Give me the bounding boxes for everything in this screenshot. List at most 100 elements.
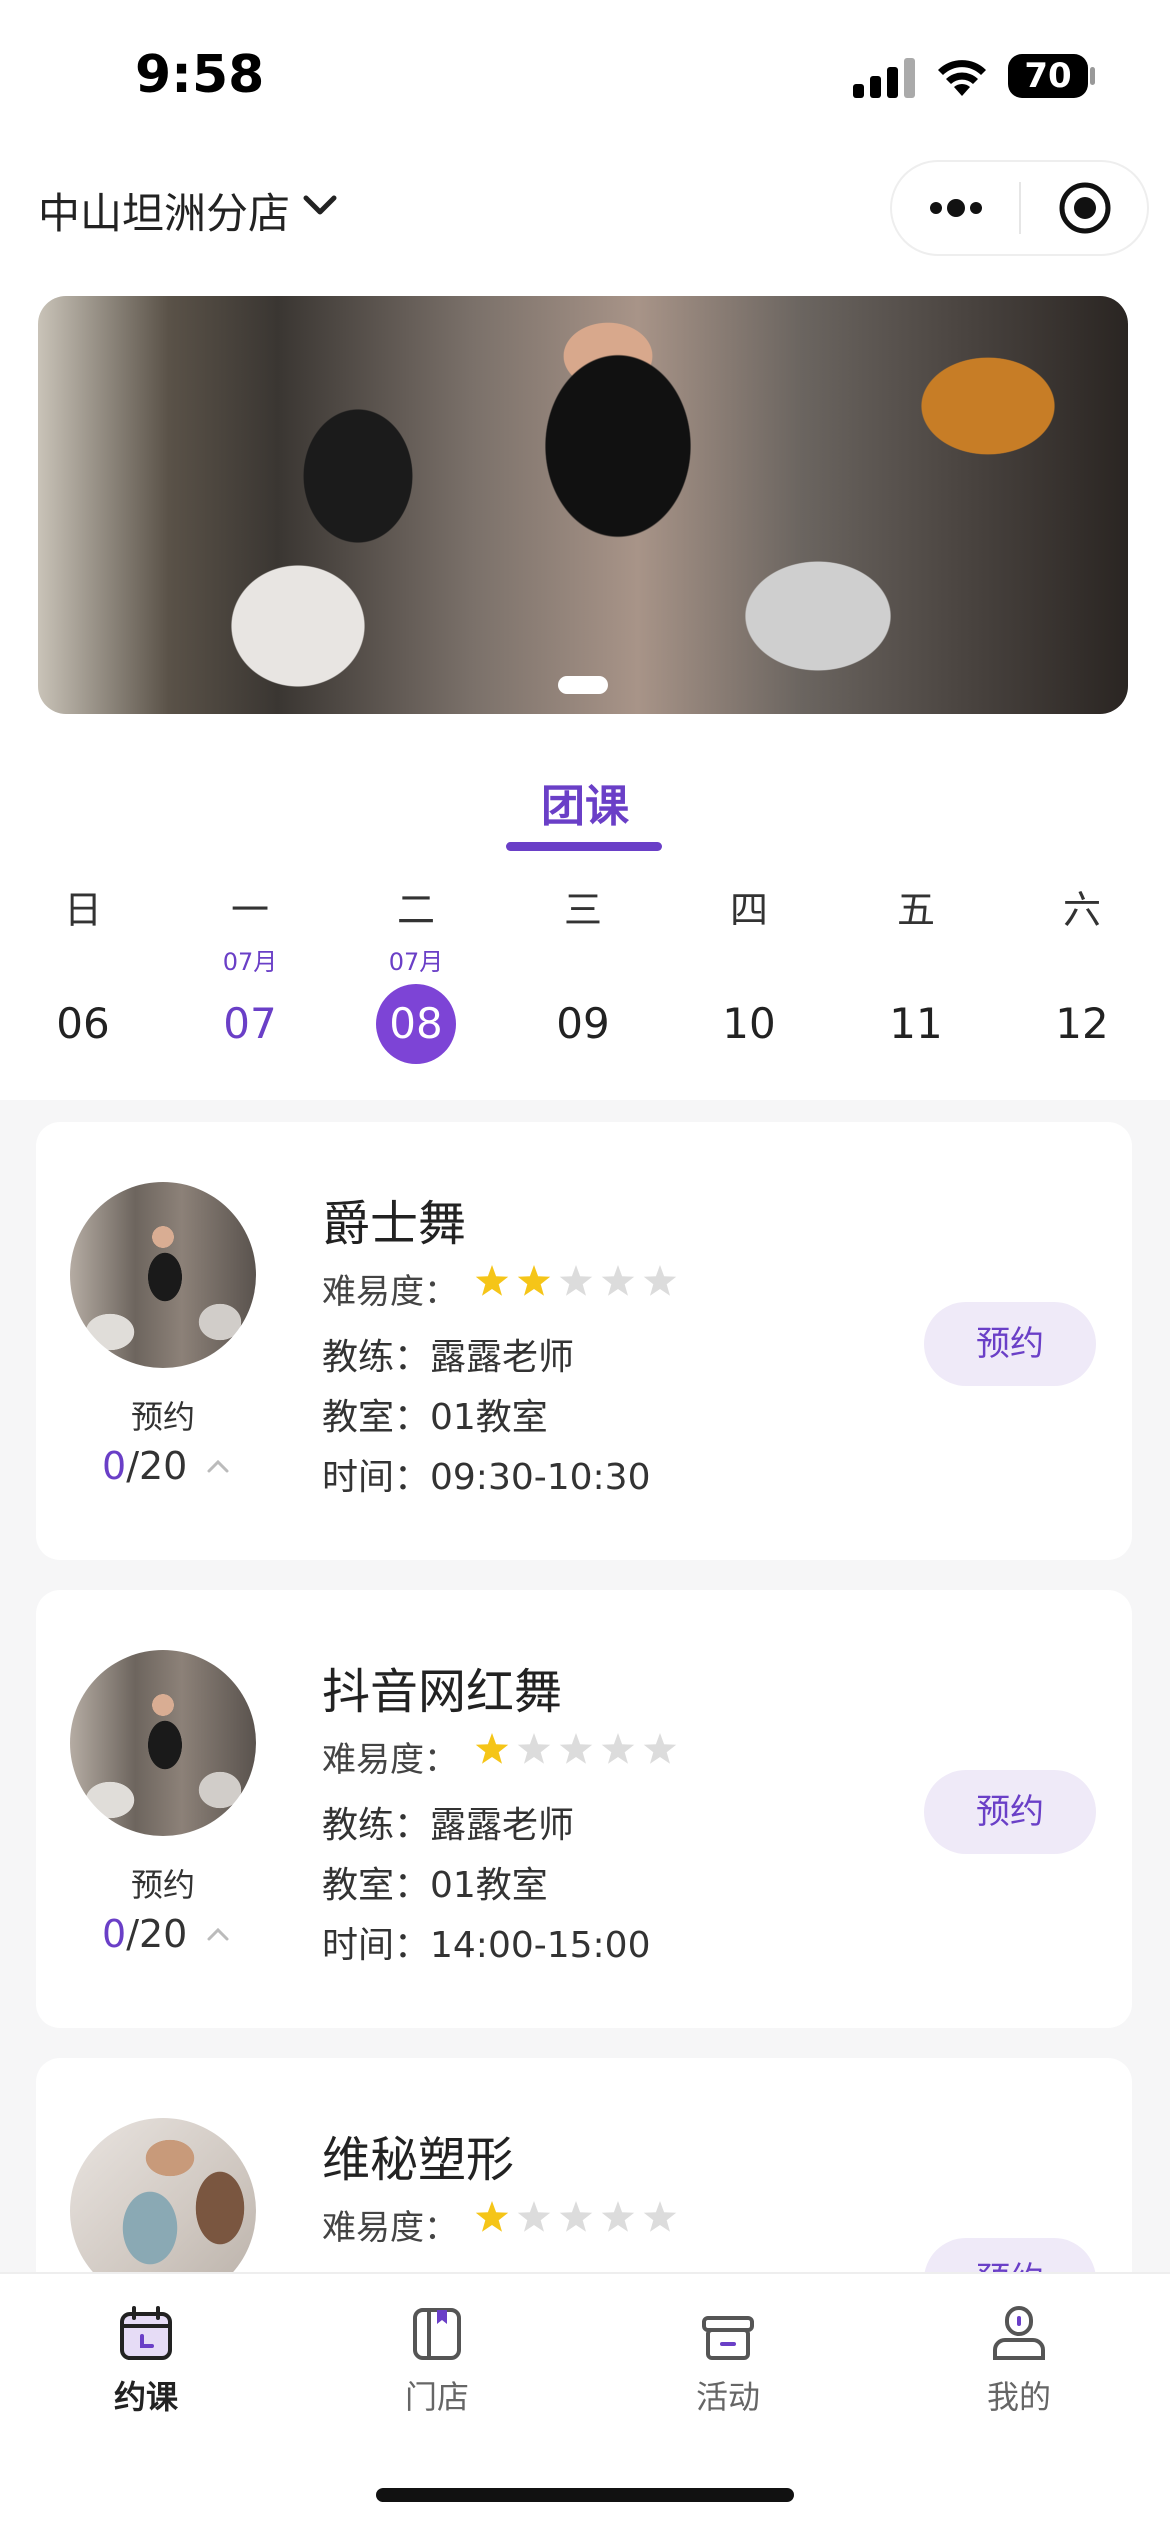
star-icon [643, 1265, 677, 1296]
store-selector[interactable]: 中山坦洲分店 [38, 180, 290, 241]
signal-icon [853, 56, 915, 98]
course-avatar [70, 1650, 256, 1836]
booking-count: 0/20 [102, 1912, 188, 1956]
star-icon [643, 2201, 677, 2232]
tab-label: 我的 [986, 2378, 1051, 2416]
course-avatar [70, 1182, 256, 1368]
difficulty-stars [475, 1265, 677, 1296]
star-icon [601, 1265, 635, 1296]
star-icon [475, 1265, 509, 1296]
day-item[interactable]: 二 07月 08 [356, 880, 476, 1064]
tab-mine[interactable]: 我的 [939, 2304, 1099, 2418]
star-icon [517, 1733, 551, 1764]
time-text: 时间：09:30-10:30 [322, 1457, 651, 1498]
day-item[interactable]: 六 12 [1022, 880, 1142, 1064]
month-label [523, 940, 643, 984]
status-time: 9:58 [135, 45, 265, 105]
room-text: 教室：01教室 [322, 1397, 548, 1438]
tab-activity[interactable]: 活动 [648, 2304, 808, 2418]
day-number: 10 [722, 999, 776, 1048]
tab-store[interactable]: 门店 [357, 2304, 517, 2418]
star-icon [643, 1733, 677, 1764]
calendar-icon [120, 2306, 172, 2360]
month-label [23, 940, 143, 984]
tab-group-class[interactable]: 团课 [0, 770, 1170, 834]
close-target-icon[interactable] [1057, 180, 1113, 236]
course-title: 抖音网红舞 [322, 1664, 563, 1720]
difficulty-label: 难易度： [322, 2208, 458, 2248]
tab-label: 活动 [695, 2378, 760, 2416]
month-label [1022, 940, 1142, 984]
course-card[interactable]: 预约 0/20 抖音网红舞难易度： 教练：露露老师 教室：01教室时间：14:00-15… [36, 1590, 1132, 2028]
day-item[interactable]: 五 11 [856, 880, 976, 1064]
month-label: 07月 [222, 948, 278, 976]
course-title: 爵士舞 [322, 1196, 467, 1252]
weekday-label: 五 [896, 888, 935, 932]
tab-label: 约课 [113, 2378, 178, 2416]
gift-icon [702, 2316, 754, 2360]
banner-indicator [558, 676, 608, 694]
home-indicator [376, 2488, 794, 2502]
weekday-label: 二 [396, 888, 435, 932]
coach-text: 教练：露露老师 [322, 1805, 575, 1846]
star-icon [601, 2201, 635, 2232]
capsule-divider [1019, 182, 1021, 234]
day-number: 09 [556, 999, 610, 1048]
user-icon [993, 2306, 1045, 2360]
coach-text: 教练：露露老师 [322, 1337, 575, 1378]
chevron-up-icon[interactable] [206, 1458, 230, 1474]
day-item[interactable]: 日 06 [23, 880, 143, 1064]
booking-label: 预约 [130, 1398, 195, 1436]
star-icon [559, 1733, 593, 1764]
star-icon [475, 2201, 509, 2232]
weekday-label: 三 [563, 888, 602, 932]
course-title: 维秘塑形 [322, 2132, 515, 2188]
day-number: 12 [1055, 999, 1109, 1048]
month-label [856, 940, 976, 984]
weekday-label: 一 [230, 888, 269, 932]
star-icon [517, 2201, 551, 2232]
book-button[interactable]: 预约 [924, 1770, 1096, 1854]
tab-label: 门店 [404, 2378, 469, 2416]
course-card[interactable]: 预约 0/20 爵士舞难易度： 教练：露露老师 教室：01教室时间：09:30-10:3… [36, 1122, 1132, 1560]
star-icon [559, 2201, 593, 2232]
difficulty-stars [475, 2201, 677, 2232]
weekday-label: 四 [729, 888, 768, 932]
booking-label: 预约 [130, 1866, 195, 1904]
day-item[interactable]: 一 07月 07 [190, 880, 310, 1064]
day-item[interactable]: 三 09 [523, 880, 643, 1064]
chevron-up-icon[interactable] [206, 1926, 230, 1942]
difficulty-label: 难易度： [322, 1740, 458, 1780]
more-icon[interactable] [926, 193, 986, 223]
tab-book-class[interactable]: 约课 [66, 2304, 226, 2418]
day-number: 06 [56, 999, 110, 1048]
month-label [689, 940, 809, 984]
bottom-tab-bar: 约课 门店 活动 我的 [0, 2272, 1170, 2534]
time-text: 时间：14:00-15:00 [322, 1925, 651, 1966]
booking-count: 0/20 [102, 1444, 188, 1488]
room-text: 教室：01教室 [322, 1865, 548, 1906]
star-icon [475, 1733, 509, 1764]
wifi-icon [938, 60, 986, 96]
battery-icon: 70 [1008, 54, 1088, 98]
tab-underline [506, 842, 662, 851]
status-bar: 9:58 70 [0, 0, 1170, 150]
battery-tip [1090, 67, 1095, 85]
chevron-down-icon[interactable] [300, 190, 340, 220]
difficulty-label: 难易度： [322, 1272, 458, 1312]
mini-program-capsule [890, 160, 1149, 256]
weekday-label: 六 [1062, 888, 1101, 932]
book-icon [413, 2308, 461, 2360]
month-label: 07月 [388, 948, 444, 976]
difficulty-stars [475, 1733, 677, 1764]
day-number: 07 [223, 999, 277, 1048]
banner-image[interactable] [38, 296, 1128, 714]
day-item[interactable]: 四 10 [689, 880, 809, 1064]
star-icon [517, 1265, 551, 1296]
star-icon [601, 1733, 635, 1764]
day-number: 11 [889, 999, 943, 1048]
day-number: 08 [376, 984, 456, 1064]
weekday-label: 日 [63, 888, 102, 932]
book-button[interactable]: 预约 [924, 1302, 1096, 1386]
star-icon [559, 1265, 593, 1296]
